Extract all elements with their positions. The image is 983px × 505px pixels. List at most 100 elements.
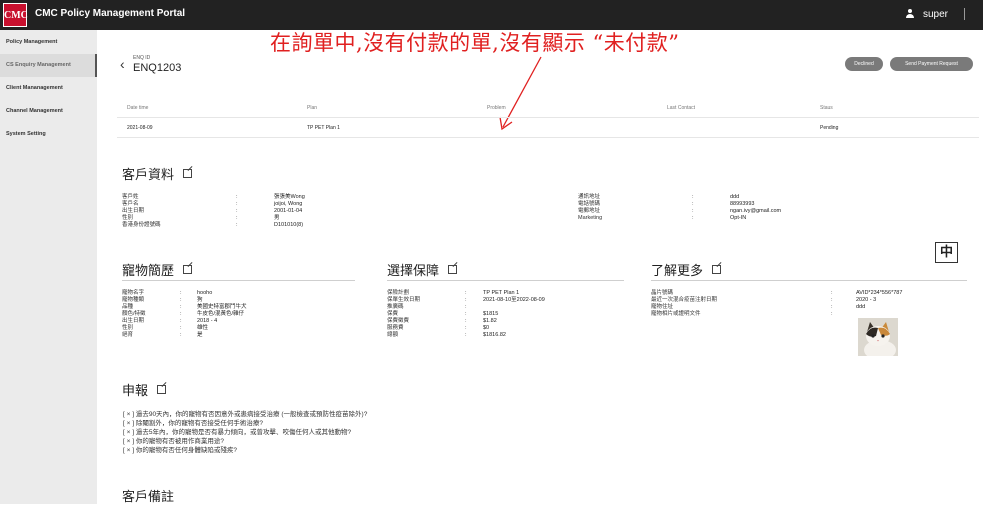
- kv-value: TP PET Plan 1: [483, 290, 520, 296]
- kv-separator: :: [831, 297, 833, 303]
- kv-value: $1815: [483, 311, 499, 317]
- kv-separator: :: [236, 215, 238, 221]
- kv-key: 出生日期: [122, 318, 145, 324]
- kv-separator: :: [180, 304, 182, 310]
- kv-row: 寵物種類: 狗: [122, 297, 362, 304]
- user-menu[interactable]: super: [905, 8, 965, 20]
- kv-separator: :: [236, 201, 238, 207]
- more-info-title: 了解更多: [651, 263, 704, 278]
- kv-value: $1816.82: [483, 332, 506, 338]
- kv-separator: :: [465, 332, 467, 338]
- table-row[interactable]: 2021-08-09 TP PET Plan 1 Pending: [117, 121, 979, 138]
- kv-row: 推廣碼:: [387, 304, 617, 311]
- cmc-logo[interactable]: CMC: [3, 3, 28, 27]
- kv-row: 電郵地址: ngan.ivy@gmail.com: [578, 208, 878, 215]
- kv-separator: :: [465, 318, 467, 324]
- coverage-edit-icon[interactable]: [448, 265, 458, 274]
- pet-profile-edit-icon[interactable]: [183, 265, 193, 274]
- kv-key: 香港身份證號碼: [122, 222, 161, 228]
- kv-value: $1.82: [483, 318, 497, 324]
- kv-separator: :: [831, 311, 833, 317]
- client-info-edit-icon[interactable]: [183, 169, 193, 178]
- kv-key: 寵物種類: [122, 297, 145, 303]
- kv-key: 保費徵費: [387, 318, 410, 324]
- kv-value: 狗: [197, 297, 203, 303]
- more-info-details: 晶片號碼: AVID*234*556*787 最近一次混合疫苗注射日期: 2020 …: [651, 290, 971, 320]
- kv-separator: :: [180, 318, 182, 324]
- more-info-divider: [651, 280, 967, 281]
- sidebar-item-channel-management[interactable]: Channel Management: [0, 100, 97, 123]
- kv-separator: :: [180, 332, 182, 338]
- declined-button[interactable]: Declined: [845, 57, 883, 71]
- sidebar-item-client-management[interactable]: Client Mananagement: [0, 77, 97, 100]
- col-header-status: Staus: [820, 105, 833, 111]
- kv-separator: :: [692, 194, 694, 200]
- kv-separator: :: [692, 208, 694, 214]
- kv-row: 顏色/特徵: 牛皮色/混黃色/雜仔: [122, 311, 362, 318]
- kv-key: 最近一次混合疫苗注射日期: [651, 297, 718, 303]
- kv-separator: :: [465, 304, 467, 310]
- kv-separator: :: [236, 208, 238, 214]
- declaration-edit-icon[interactable]: [157, 385, 167, 394]
- col-header-plan: Plan: [307, 105, 318, 111]
- kv-key: 性別: [122, 325, 134, 331]
- kv-row: 保費徵費: $1.82: [387, 318, 617, 325]
- declaration-item: [ × ] 過去90天內，你的寵物有否因意外或患病接受治療 (一般檢查或預防性疫…: [123, 411, 368, 418]
- kv-key: 電郵地址: [578, 208, 601, 214]
- declaration-item: [ × ] 過去5年內，你的寵物是否有暴力傾向，或曾攻擊、咬傷任何人或其他動物?: [123, 429, 352, 436]
- kv-value: 2021-08-10至2022-08-09: [483, 297, 545, 303]
- kv-separator: :: [831, 304, 833, 310]
- kv-row: 客戶名: joijoi, Wong: [122, 201, 422, 208]
- kv-key: 絕育: [122, 332, 134, 338]
- kv-key: 性別: [122, 215, 134, 221]
- kv-separator: :: [831, 290, 833, 296]
- enquiry-id-value: ENQ1203: [133, 62, 182, 74]
- kv-key: Marketing: [578, 215, 603, 221]
- client-info-right: 通訊地址: ddd 電話號碼: 88993993 電郵地址: ngan.ivy@gma…: [578, 194, 878, 234]
- top-bar: CMC CMC Policy Management Portal super: [0, 0, 983, 30]
- kv-value: ddd: [730, 194, 740, 200]
- kv-key: 通訊地址: [578, 194, 601, 200]
- back-chevron-icon[interactable]: ‹: [120, 56, 125, 72]
- declaration-heading: 申報: [122, 380, 167, 399]
- more-info-edit-icon[interactable]: [712, 265, 722, 274]
- kv-row: 保險計劃: TP PET Plan 1: [387, 290, 617, 297]
- kv-value: $0: [483, 325, 490, 331]
- client-remarks-title: 客戶備註: [122, 489, 175, 504]
- kv-row: 寵物住址: ddd: [651, 304, 971, 311]
- kv-separator: :: [236, 222, 238, 228]
- kv-value: ngan.ivy@gmail.com: [730, 208, 782, 214]
- user-name: super: [922, 8, 948, 20]
- kv-value: joijoi, Wong: [274, 201, 303, 207]
- kv-value: 雄性: [197, 325, 209, 331]
- pet-profile-heading: 寵物簡歷: [122, 260, 193, 279]
- kv-row: 性別: 雄性: [122, 325, 362, 332]
- kv-value: 2001-01-04: [274, 208, 303, 214]
- sidebar-item-cs-enquiry-management[interactable]: CS Enquiry Management: [0, 54, 97, 77]
- kv-row: 寵物相片或證明文件:: [651, 311, 971, 318]
- kv-row: 寵物名字: hooho: [122, 290, 362, 297]
- kv-key: 客戶名: [122, 201, 139, 207]
- cat-photo-icon: [858, 318, 898, 356]
- kv-value: 美國史特富郡鬥牛犬: [197, 304, 247, 310]
- pet-photo[interactable]: [858, 318, 898, 356]
- kv-key: 寵物名字: [122, 290, 145, 296]
- kv-row: 服務費: $0: [387, 325, 617, 332]
- kv-value: 是: [197, 332, 203, 338]
- kv-row: 晶片號碼: AVID*234*556*787: [651, 290, 971, 297]
- kv-row: Marketing: Opt-IN: [578, 215, 878, 222]
- sidebar-item-system-setting[interactable]: System Setting: [0, 123, 97, 146]
- client-remarks-heading: 客戶備註: [122, 486, 174, 505]
- kv-row: 保單生效日期: 2021-08-10至2022-08-09: [387, 297, 617, 304]
- send-payment-request-button[interactable]: Send Payment Request: [890, 57, 973, 71]
- sidebar-item-policy-management[interactable]: Policy Management: [0, 31, 97, 54]
- kv-separator: :: [465, 297, 467, 303]
- declaration-list: [ × ] 過去90天內，你的寵物有否因意外或患病接受治療 (一般檢查或預防性疫…: [123, 410, 367, 455]
- kv-row: 電話號碼: 88993993: [578, 201, 878, 208]
- language-toggle-button[interactable]: 中: [935, 242, 958, 263]
- kv-separator: :: [692, 201, 694, 207]
- kv-value: D101010(8): [274, 222, 304, 228]
- col-header-last-contact: Last Contact: [667, 105, 696, 111]
- client-info-title: 客戶資料: [122, 167, 175, 182]
- kv-separator: :: [465, 311, 467, 317]
